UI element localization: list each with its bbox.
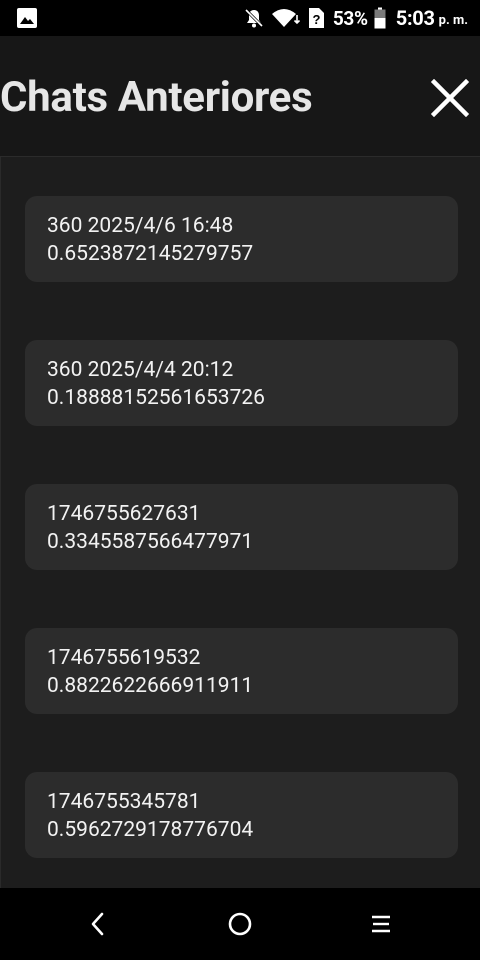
home-icon: [228, 912, 252, 936]
close-icon: [431, 79, 469, 117]
chat-title: 360 2025/4/6 16:48: [47, 214, 234, 238]
chat-item[interactable]: 1746755345781 0.5962729178776704: [25, 772, 458, 858]
chat-title: 1746755619532: [47, 646, 201, 670]
chat-title: 1746755627631: [47, 502, 201, 526]
svg-text:?: ?: [312, 12, 320, 27]
clock-ampm: p. m.: [438, 12, 468, 28]
status-bar: ? 53% 5:03 p. m.: [0, 0, 480, 36]
app-header: Chats Anteriores: [0, 36, 480, 157]
chat-subtitle: 0.6523872145279757: [47, 242, 254, 266]
chat-subtitle: 0.3345587566477971: [47, 530, 254, 554]
chat-title: 1746755345781: [47, 790, 201, 814]
battery-percent: 53%: [332, 6, 368, 30]
notifications-off-icon: [243, 7, 265, 29]
image-icon: [16, 7, 38, 29]
home-button[interactable]: [218, 906, 262, 942]
chat-item[interactable]: 360 2025/4/6 16:48 0.6523872145279757: [25, 196, 458, 282]
chat-list[interactable]: 360 2025/4/6 16:48 0.6523872145279757 36…: [0, 157, 480, 888]
wifi-icon: [271, 7, 301, 29]
close-button[interactable]: [428, 76, 472, 120]
chat-item[interactable]: 360 2025/4/4 20:12 0.18888152561653726: [25, 340, 458, 426]
chat-item[interactable]: 1746755619532 0.8822622666911911: [25, 628, 458, 714]
recents-icon: [372, 915, 390, 933]
chat-item[interactable]: 1746755627631 0.3345587566477971: [25, 484, 458, 570]
no-sim-icon: ?: [307, 7, 325, 29]
battery-icon: [374, 7, 386, 29]
chat-subtitle: 0.5962729178776704: [47, 818, 254, 842]
status-indicators: ? 53% 5:03 p. m.: [237, 0, 468, 36]
chat-subtitle: 0.8822622666911911: [47, 674, 254, 698]
back-button[interactable]: [76, 906, 120, 942]
clock-time: 5:03: [395, 6, 435, 30]
recents-button[interactable]: [359, 906, 403, 942]
chat-title: 360 2025/4/4 20:12: [47, 358, 234, 382]
back-icon: [91, 912, 104, 936]
navigation-bar: [0, 888, 480, 960]
chat-subtitle: 0.18888152561653726: [47, 386, 265, 410]
page-title: Chats Anteriores: [0, 73, 313, 122]
